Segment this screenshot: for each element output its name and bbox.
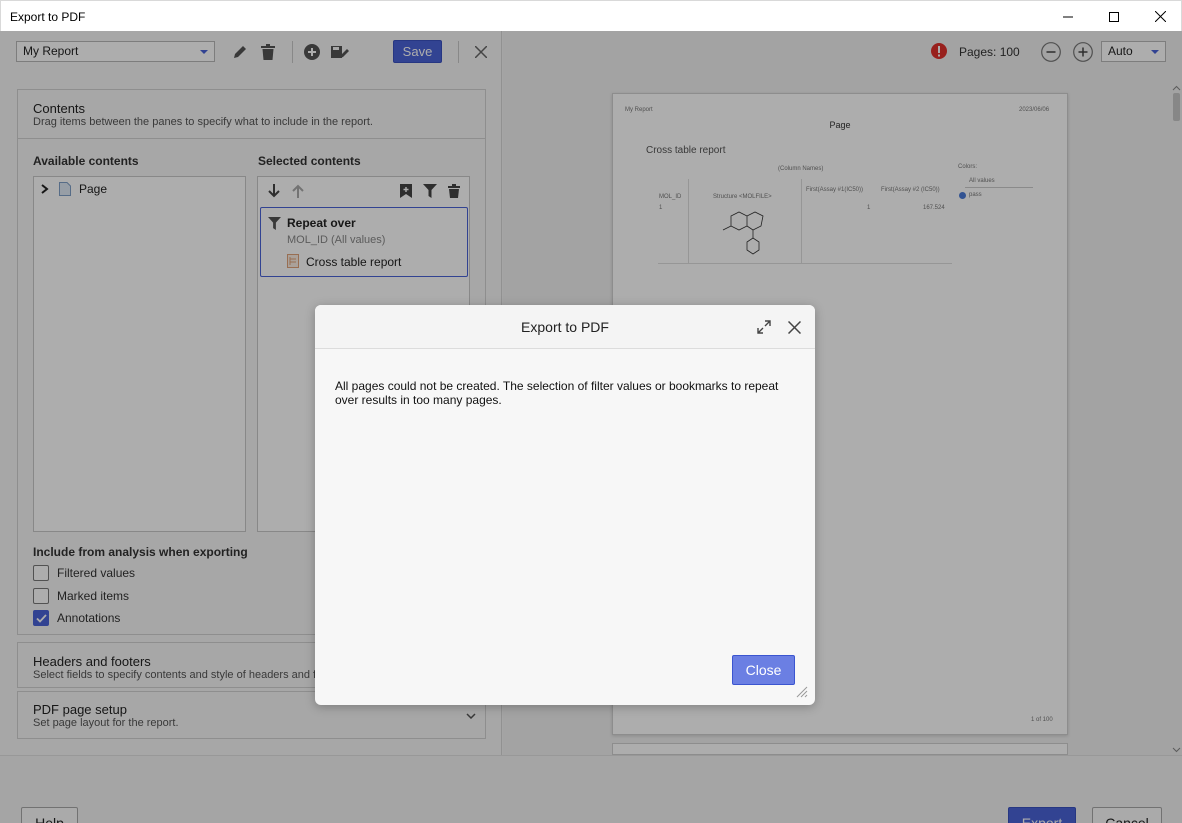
minimize-button[interactable] [1045,1,1091,32]
error-dialog-header: Export to PDF [315,305,815,349]
maximize-button[interactable] [1091,1,1137,32]
close-window-button[interactable] [1137,1,1182,32]
expand-icon [757,320,771,334]
close-icon [1154,11,1166,22]
resize-grip-icon [796,686,808,698]
close-button[interactable]: Close [732,655,795,685]
minimize-icon [1063,16,1073,17]
maximize-icon [1109,11,1119,22]
error-dialog-title: Export to PDF [521,319,609,335]
window-title: Export to PDF [10,10,86,24]
close-icon [787,320,801,334]
window-titlebar: Export to PDF [0,0,1182,31]
close-dialog-button[interactable] [784,317,804,337]
expand-dialog-button[interactable] [754,317,774,337]
error-dialog: Export to PDF All pages could not be cre… [315,305,815,705]
error-message: All pages could not be created. The sele… [335,379,779,407]
